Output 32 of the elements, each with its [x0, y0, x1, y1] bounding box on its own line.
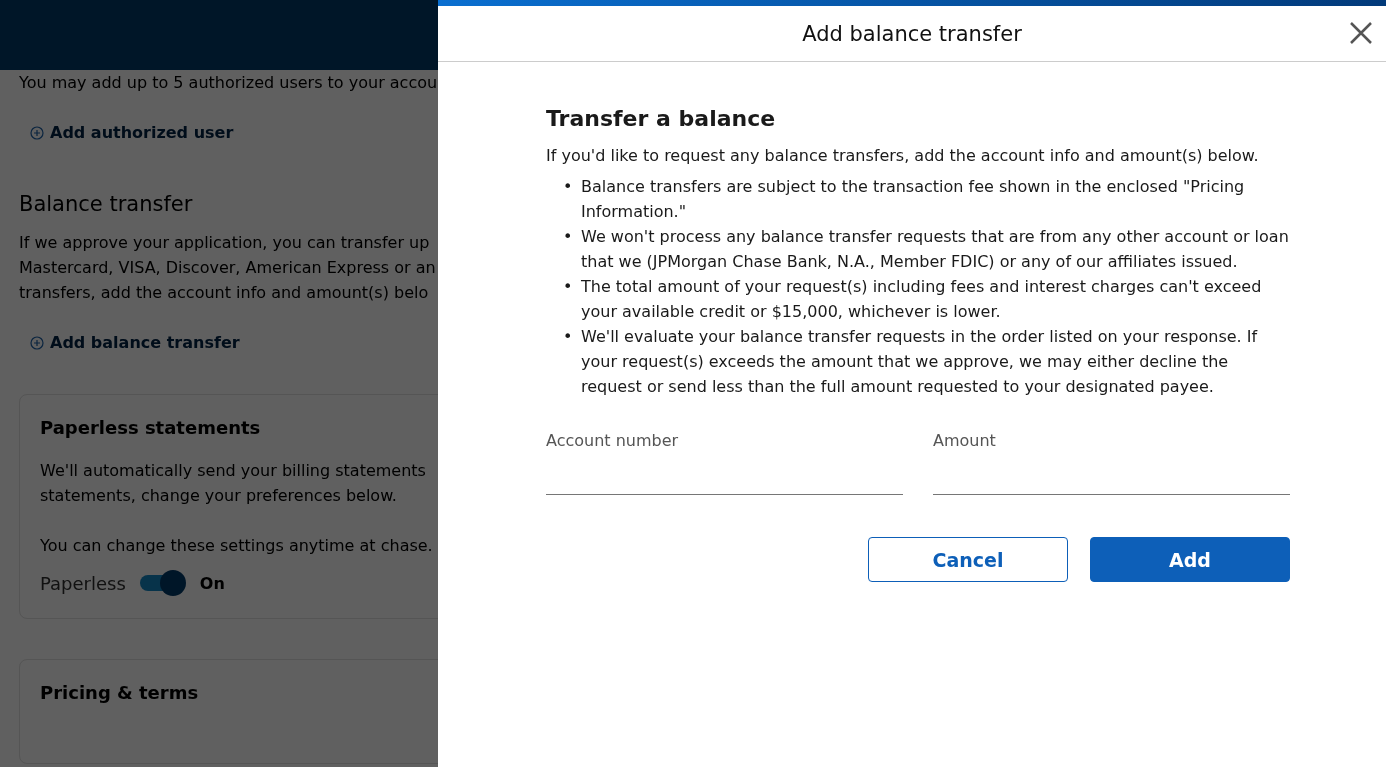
add-circle-icon [30, 335, 44, 350]
dialog-title: Add balance transfer [802, 21, 1022, 46]
close-icon [1348, 20, 1374, 46]
bullet-item: We'll evaluate your balance transfer requests in the order listed on your response. If your request(s) exceeds the amount that we approve, we may either decline the request or send less than the full amount requested to your designated payee. [581, 326, 1259, 398]
bullet-item: We won't process any balance transfer requests that are from any other account or loan that we (JPMorgan Chase Bank, N.A., Member FDIC) or any of our affiliates issued. [581, 226, 1290, 273]
bullet-marker: • [563, 326, 571, 348]
bullet-marker: • [563, 276, 571, 298]
input-field[interactable]: Account number [546, 431, 903, 495]
note-text: You can change these settings anytime at chase. [40, 535, 434, 557]
input-field[interactable]: Amount [933, 431, 1290, 495]
bullet-item: Balance transfers are subject to the transaction fee shown in the enclosed "Pricing Information." [581, 176, 1246, 223]
bullet-item: The total amount of your request(s) including fees and interest charges can't exceed your available credit or $15,000, whichever is lower. [581, 276, 1263, 323]
bullet-marker: • [563, 176, 571, 198]
body-text: Mastercard, VISA, Discover, American Express or an [19, 257, 437, 279]
body-text: If we approve your application, you can transfer up [19, 232, 431, 254]
card-title: Pricing & terms [40, 682, 200, 703]
body-text: transfers, add the account info and amount(s) belo [19, 282, 430, 304]
bullet-marker: • [563, 226, 571, 248]
card-title: Paperless statements [40, 417, 262, 438]
section-heading: Balance transfer [19, 192, 194, 216]
toggle-state-text: On [199, 573, 225, 593]
intro-text: If you'd like to request any balance transfers, add the account info and amount(s) below. [546, 145, 1260, 167]
dialog-heading: Transfer a balance [546, 106, 777, 131]
add-circle-icon [30, 125, 44, 140]
close-button[interactable] [1348, 20, 1374, 46]
body-text: statements, change your preferences below. [40, 485, 398, 507]
intro-text: You may add up to 5 authorized users to your accou [19, 72, 438, 94]
body-text: We'll automatically send your billing statements [40, 460, 427, 482]
toggle-switch[interactable] [139, 570, 186, 596]
add-button[interactable]: Add [1090, 537, 1290, 582]
toggle-label: Paperless [40, 572, 126, 594]
cancel-button[interactable]: Cancel [868, 537, 1068, 582]
